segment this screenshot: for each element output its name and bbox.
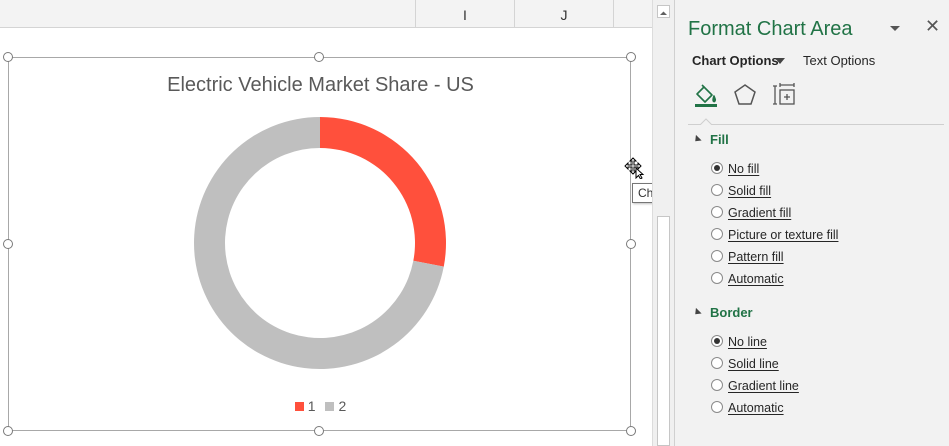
resize-handle-bottom-right[interactable] (626, 426, 636, 436)
radio-label: Automatic (728, 401, 784, 415)
effects-icon[interactable] (732, 82, 758, 108)
format-chart-area-pane: Format Chart Area ✕ Chart Options Text O… (674, 0, 949, 446)
scroll-up-button[interactable] (657, 5, 670, 18)
resize-handle-top-left[interactable] (3, 52, 13, 62)
radio-button[interactable] (711, 357, 723, 369)
border-section-header[interactable]: Border (692, 305, 753, 320)
collapse-triangle-icon (692, 134, 702, 145)
legend-label-1: 1 (307, 398, 316, 414)
resize-handle-top-right[interactable] (626, 52, 636, 62)
legend-entry-1[interactable]: 1 (294, 398, 316, 414)
collapse-triangle-icon (692, 307, 702, 318)
vertical-scrollbar[interactable] (652, 0, 674, 446)
donut-chart[interactable] (9, 58, 632, 432)
radio-label: No fill (728, 162, 760, 176)
column-header-i[interactable]: I (415, 0, 514, 27)
radio-automatic-line[interactable]: Automatic (711, 399, 784, 417)
radio-button[interactable] (711, 162, 723, 174)
radio-label: Gradient fill (728, 206, 792, 220)
fill-section-label: Fill (710, 132, 729, 147)
legend-swatch-1 (294, 402, 304, 411)
radio-button[interactable] (711, 335, 723, 347)
legend-swatch-2 (325, 402, 335, 411)
radio-picture-texture-fill[interactable]: Picture or texture fill (711, 226, 838, 244)
radio-label: Pattern fill (728, 250, 784, 264)
scroll-thumb[interactable] (657, 216, 670, 446)
legend-entry-2[interactable]: 2 (325, 398, 346, 414)
pane-close-icon[interactable]: ✕ (925, 17, 940, 35)
donut-slice-1[interactable] (320, 117, 446, 267)
column-header-k[interactable] (613, 0, 652, 27)
scroll-up-arrow-icon (660, 11, 667, 15)
pane-options-dropdown-icon[interactable] (887, 20, 903, 36)
radio-solid-line[interactable]: Solid line (711, 355, 779, 373)
radio-button[interactable] (711, 250, 723, 262)
radio-label: Solid fill (728, 184, 772, 198)
radio-solid-fill[interactable]: Solid fill (711, 182, 771, 200)
move-cursor-icon (624, 157, 645, 179)
radio-no-line[interactable]: No line (711, 333, 767, 351)
border-section-label: Border (710, 305, 753, 320)
chart-legend[interactable]: 1 2 (9, 398, 632, 414)
radio-label: Automatic (728, 272, 784, 286)
radio-label: Gradient line (728, 379, 799, 393)
legend-label-2: 2 (338, 398, 347, 414)
chart-area[interactable]: Electric Vehicle Market Share - US 1 2 (8, 57, 631, 431)
worksheet-area[interactable]: I J Electric Vehicle Market Share - US 1… (0, 0, 652, 446)
radio-button[interactable] (711, 379, 723, 391)
icon-row-divider (688, 124, 944, 125)
radio-pattern-fill[interactable]: Pattern fill (711, 248, 784, 266)
fill-line-icon[interactable] (693, 82, 719, 108)
size-properties-icon[interactable] (772, 82, 798, 108)
radio-button[interactable] (711, 401, 723, 413)
resize-handle-left[interactable] (3, 239, 13, 249)
selected-category-pointer (700, 118, 712, 125)
fill-section-header[interactable]: Fill (692, 132, 729, 147)
resize-handle-bottom-left[interactable] (3, 426, 13, 436)
radio-label: Picture or texture fill (728, 228, 839, 242)
chart-options-chevron-down-icon[interactable] (775, 58, 785, 64)
tab-text-options[interactable]: Text Options (803, 53, 875, 68)
resize-handle-bottom[interactable] (314, 426, 324, 436)
radio-gradient-fill[interactable]: Gradient fill (711, 204, 791, 222)
column-header-bar: I J (0, 0, 652, 28)
radio-automatic-fill[interactable]: Automatic (711, 270, 784, 288)
resize-handle-right[interactable] (626, 239, 636, 249)
tab-chart-options[interactable]: Chart Options (692, 53, 779, 68)
radio-label: No line (728, 335, 767, 349)
radio-gradient-line[interactable]: Gradient line (711, 377, 799, 395)
pane-title: Format Chart Area (688, 18, 853, 40)
column-header-h[interactable] (0, 0, 415, 27)
column-header-j[interactable]: J (514, 0, 613, 27)
radio-button[interactable] (711, 228, 723, 240)
resize-handle-top[interactable] (314, 52, 324, 62)
chart-area-tooltip: Chart Area (632, 183, 652, 203)
radio-button[interactable] (711, 184, 723, 196)
radio-label: Solid line (728, 357, 779, 371)
radio-button[interactable] (711, 206, 723, 218)
radio-button[interactable] (711, 272, 723, 284)
radio-no-fill[interactable]: No fill (711, 160, 759, 178)
